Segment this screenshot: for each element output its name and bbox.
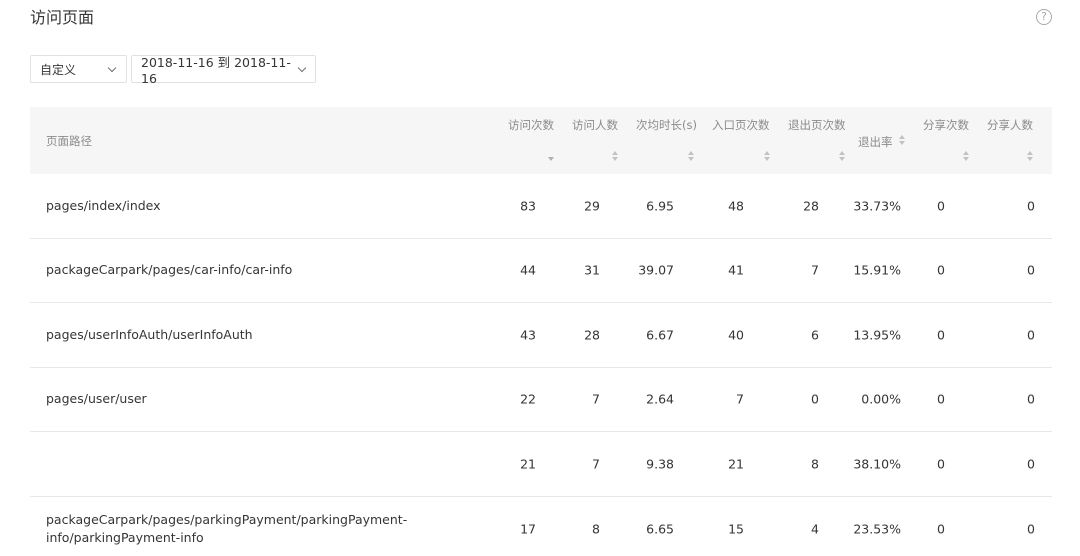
visitors-cell: 29 <box>584 198 600 214</box>
table-row: packageCarpark/pages/car-info/car-info 4… <box>30 239 1052 303</box>
column-header-avg-duration[interactable]: 次均时长(s) <box>634 107 698 174</box>
column-header-sharers[interactable]: 分享人数 <box>987 107 1039 174</box>
exit-cell: 8 <box>811 456 819 472</box>
sort-icon[interactable] <box>764 151 771 162</box>
sort-icon[interactable] <box>899 135 906 146</box>
pages-table: 页面路径 访问次数 访问人数 次均时长(s) 入口页次数 退出页次数 退出率 分… <box>30 107 1052 556</box>
visitors-cell: 7 <box>592 391 600 407</box>
date-range-picker[interactable]: 2018-11-16 到 2018-11-16 <box>131 55 316 86</box>
entry-cell: 48 <box>728 198 744 214</box>
chevron-down-icon <box>107 64 117 74</box>
sort-icon[interactable] <box>688 151 695 162</box>
sort-icon[interactable] <box>1027 151 1034 162</box>
column-header-path: 页面路径 <box>46 134 92 148</box>
avg-duration-cell: 2.64 <box>646 391 674 407</box>
column-header-exit-rate[interactable]: 退出率 <box>858 107 910 174</box>
sort-desc-icon[interactable] <box>548 155 555 166</box>
date-range-value: 2018-11-16 到 2018-11-16 <box>141 55 291 86</box>
page-title: 访问页面 <box>30 8 95 27</box>
exit-rate-cell: 38.10% <box>853 456 901 472</box>
shares-cell: 0 <box>937 391 945 407</box>
entry-cell: 40 <box>728 327 744 343</box>
page-path: packageCarpark/pages/parkingPayment/park… <box>46 511 408 545</box>
column-header-visitors[interactable]: 访问人数 <box>572 107 624 174</box>
column-header-entry[interactable]: 入口页次数 <box>712 107 774 174</box>
table-header: 页面路径 访问次数 访问人数 次均时长(s) 入口页次数 退出页次数 退出率 分… <box>30 107 1052 174</box>
entry-cell: 21 <box>728 456 744 472</box>
table-row: pages/userInfoAuth/userInfoAuth 43 28 6.… <box>30 303 1052 368</box>
visits-cell: 44 <box>520 262 536 278</box>
chevron-down-icon <box>297 64 306 74</box>
shares-cell: 0 <box>937 262 945 278</box>
table-row: 21 7 9.38 21 8 38.10% 0 0 <box>30 432 1052 497</box>
sharers-cell: 0 <box>1027 391 1035 407</box>
exit-cell: 6 <box>811 327 819 343</box>
shares-cell: 0 <box>937 521 945 537</box>
exit-rate-cell: 0.00% <box>861 391 901 407</box>
column-header-visits[interactable]: 访问次数 <box>508 107 560 174</box>
sharers-cell: 0 <box>1027 198 1035 214</box>
page-path: pages/index/index <box>46 197 161 213</box>
exit-rate-cell: 33.73% <box>853 198 901 214</box>
column-header-exit[interactable]: 退出页次数 <box>788 107 850 174</box>
sharers-cell: 0 <box>1027 521 1035 537</box>
table-row: pages/index/index 83 29 6.95 48 28 33.73… <box>30 174 1052 239</box>
page-path: packageCarpark/pages/car-info/car-info <box>46 262 293 278</box>
range-select[interactable]: 自定义 <box>30 55 127 83</box>
avg-duration-cell: 6.67 <box>646 327 674 343</box>
visits-cell: 17 <box>520 521 536 537</box>
entry-cell: 7 <box>736 391 744 407</box>
visits-cell: 22 <box>520 391 536 407</box>
range-select-value: 自定义 <box>40 62 77 77</box>
sharers-cell: 0 <box>1027 456 1035 472</box>
page-path: pages/user/user <box>46 391 147 407</box>
avg-duration-cell: 39.07 <box>638 262 674 278</box>
avg-duration-cell: 9.38 <box>646 456 674 472</box>
shares-cell: 0 <box>937 198 945 214</box>
avg-duration-cell: 6.65 <box>646 521 674 537</box>
page-path: pages/userInfoAuth/userInfoAuth <box>46 326 253 342</box>
entry-cell: 15 <box>728 521 744 537</box>
visits-cell: 43 <box>520 327 536 343</box>
exit-cell: 28 <box>803 198 819 214</box>
exit-rate-cell: 23.53% <box>853 521 901 537</box>
table-row: packageCarpark/pages/parkingPayment/park… <box>30 497 1052 556</box>
exit-rate-cell: 15.91% <box>853 262 901 278</box>
filter-bar: 自定义 2018-11-16 到 2018-11-16 <box>30 55 316 86</box>
sharers-cell: 0 <box>1027 262 1035 278</box>
entry-cell: 41 <box>728 262 744 278</box>
sort-icon[interactable] <box>612 151 619 162</box>
exit-cell: 0 <box>811 391 819 407</box>
table-row: pages/user/user 22 7 2.64 7 0 0.00% 0 0 <box>30 368 1052 432</box>
avg-duration-cell: 6.95 <box>646 198 674 214</box>
shares-cell: 0 <box>937 456 945 472</box>
visits-cell: 21 <box>520 456 536 472</box>
visitors-cell: 8 <box>592 521 600 537</box>
visitors-cell: 28 <box>584 327 600 343</box>
sort-icon[interactable] <box>839 151 846 162</box>
column-header-shares[interactable]: 分享次数 <box>923 107 975 174</box>
help-icon[interactable]: ? <box>1036 9 1052 25</box>
exit-cell: 7 <box>811 262 819 278</box>
visitors-cell: 31 <box>584 262 600 278</box>
exit-cell: 4 <box>811 521 819 537</box>
sharers-cell: 0 <box>1027 327 1035 343</box>
shares-cell: 0 <box>937 327 945 343</box>
exit-rate-cell: 13.95% <box>853 327 901 343</box>
visits-cell: 83 <box>520 198 536 214</box>
sort-icon[interactable] <box>963 151 970 162</box>
visitors-cell: 7 <box>592 456 600 472</box>
